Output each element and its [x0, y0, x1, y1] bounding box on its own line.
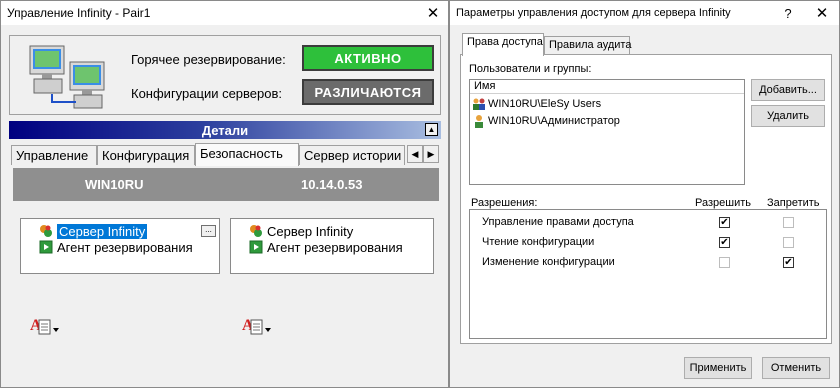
window-title: Управление Infinity - Pair1 — [7, 6, 151, 20]
infinity-server-icon — [250, 225, 262, 237]
user-name: WIN10RU\EleSy Users — [488, 98, 602, 110]
details-tabs: Управление Конфигурация Безопасность Сер… — [9, 143, 441, 166]
permissions-list: Управление правами доступа ✔ Чтение конф… — [469, 209, 827, 339]
tree-item-infinity-server[interactable]: Сервер Infinity — [39, 223, 148, 239]
close-icon[interactable]: ✕ — [807, 1, 837, 25]
apply-button[interactable]: Применить — [684, 357, 752, 379]
close-icon[interactable]: ✕ — [418, 1, 448, 25]
list-item[interactable]: WIN10RU\EleSy Users — [472, 96, 601, 112]
more-button[interactable]: ... — [201, 225, 216, 237]
tree-item-label: Сервер Infinity — [57, 223, 148, 239]
tree-item-infinity-server[interactable]: Сервер Infinity — [249, 223, 353, 239]
permission-name: Изменение конфигурации — [482, 256, 615, 268]
tree-item-label: Агент резервирования — [267, 239, 403, 255]
tab-scroll-left-icon[interactable]: ◀ — [407, 145, 423, 163]
tab-audit-rules[interactable]: Правила аудита — [544, 36, 631, 55]
tree-item-label: Агент резервирования — [57, 239, 193, 255]
infinity-management-window: Управление Infinity - Pair1 ✕ Горячее ре… — [0, 0, 449, 388]
server-name: WIN10RU — [85, 177, 144, 192]
dialog-title: Параметры управления доступом для сервер… — [456, 7, 731, 19]
tab-security[interactable]: Безопасность — [195, 143, 299, 166]
deny-checkbox[interactable] — [783, 217, 794, 228]
cancel-button[interactable]: Отменить — [762, 357, 830, 379]
allow-checkbox[interactable]: ✔ — [719, 217, 730, 228]
allow-checkbox[interactable]: ✔ — [719, 237, 730, 248]
dialog-tabs: Права доступа Правила аудита — [460, 33, 832, 56]
title-bar: Управление Infinity - Pair1 ✕ — [1, 1, 448, 25]
deny-column-header: Запретить — [767, 197, 820, 209]
permission-row: Управление правами доступа ✔ — [470, 214, 826, 232]
access-control-dialog: Параметры управления доступом для сервер… — [449, 0, 840, 388]
list-item[interactable]: WIN10RU\Администратор — [472, 113, 620, 129]
right-tree: Сервер Infinity Агент резервирования — [230, 218, 434, 274]
name-column-header[interactable]: Имя — [470, 80, 744, 94]
tab-scroll-right-icon[interactable]: ▶ — [423, 145, 439, 163]
permission-row: Чтение конфигурации ✔ — [470, 234, 826, 252]
allow-checkbox[interactable] — [719, 257, 730, 268]
tree-item-reserve-agent[interactable]: Агент резервирования — [39, 239, 193, 255]
infinity-server-icon — [40, 225, 52, 237]
access-rights-page: Пользователи и группы: Имя WIN10RU\EleSy… — [460, 54, 832, 344]
title-bar: Параметры управления доступом для сервер… — [450, 1, 839, 25]
users-groups-label: Пользователи и группы: — [469, 63, 592, 75]
user-name: WIN10RU\Администратор — [488, 115, 620, 127]
tab-configuration[interactable]: Конфигурация — [97, 145, 195, 165]
access-settings-icon[interactable]: A — [241, 314, 273, 338]
reserve-agent-icon — [39, 240, 53, 254]
tab-history-server[interactable]: Сервер истории — [299, 145, 405, 165]
status-panel: Горячее резервирование: АКТИВНО Конфигур… — [9, 35, 441, 115]
details-bar: Детали ▲ — [9, 121, 441, 139]
tab-management[interactable]: Управление — [11, 145, 97, 165]
permission-name: Управление правами доступа — [482, 216, 634, 228]
tree-item-reserve-agent[interactable]: Агент резервирования — [249, 239, 403, 255]
deny-checkbox[interactable] — [783, 237, 794, 248]
allow-column-header: Разрешить — [695, 197, 751, 209]
access-settings-icon[interactable]: A — [29, 314, 61, 338]
reserve-agent-icon — [249, 240, 263, 254]
config-status: РАЗЛИЧАЮТСЯ — [302, 79, 434, 105]
permission-row: Изменение конфигурации ✔ — [470, 254, 826, 272]
deny-checkbox[interactable]: ✔ — [783, 257, 794, 268]
tree-item-label: Сервер Infinity — [267, 223, 354, 239]
tab-access-rights[interactable]: Права доступа — [462, 33, 544, 56]
users-group-icon — [473, 98, 485, 110]
server-header: WIN10RU 10.14.0.53 — [13, 168, 439, 201]
collapse-up-icon[interactable]: ▲ — [425, 123, 438, 136]
delete-button[interactable]: Удалить — [751, 105, 825, 127]
left-tree: Сервер Infinity Агент резервирования ... — [20, 218, 220, 274]
config-label: Конфигурации серверов: — [131, 86, 283, 101]
hot-reserve-status: АКТИВНО — [302, 45, 434, 71]
add-button[interactable]: Добавить... — [751, 79, 825, 101]
help-icon[interactable]: ? — [773, 1, 803, 25]
permissions-label: Разрешения: — [471, 197, 538, 209]
permission-name: Чтение конфигурации — [482, 236, 595, 248]
server-ip: 10.14.0.53 — [301, 177, 363, 192]
users-list[interactable]: Имя WIN10RU\EleSy Users WIN10RU\Админист… — [469, 79, 745, 185]
user-icon — [475, 115, 483, 128]
hot-reserve-label: Горячее резервирование: — [131, 52, 286, 67]
computers-icon — [29, 45, 105, 109]
details-title: Детали — [201, 122, 249, 138]
